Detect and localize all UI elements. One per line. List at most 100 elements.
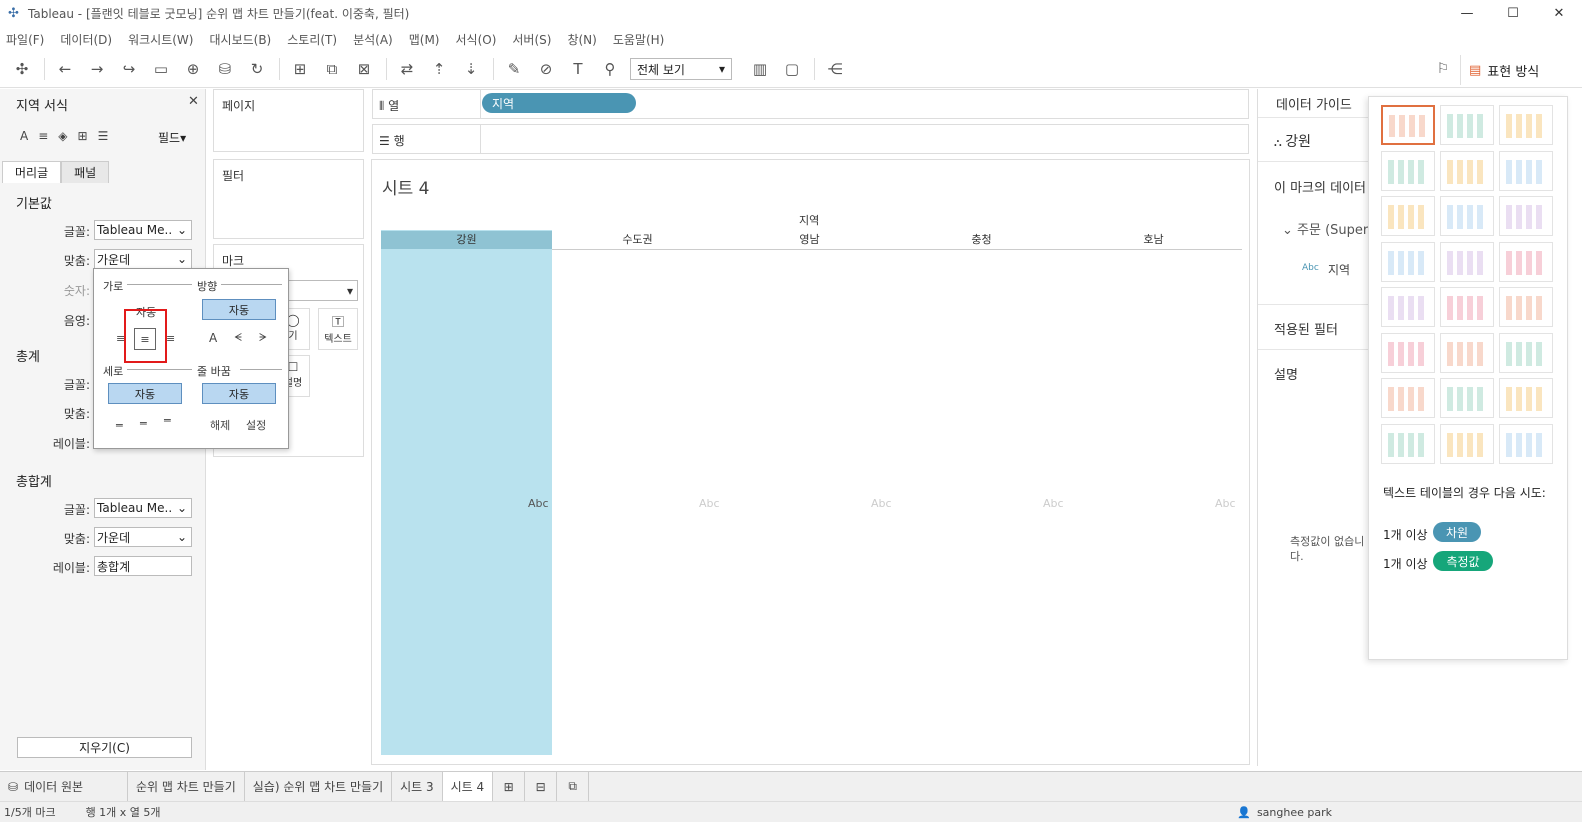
- grand-font-select[interactable]: Tableau Me.. ⌄: [94, 498, 192, 518]
- tooltip-icon[interactable]: ⚐: [1432, 58, 1454, 80]
- sort-descending-icon[interactable]: ⇣: [459, 57, 483, 81]
- menu-help[interactable]: 도움말(H): [613, 31, 665, 48]
- align-middle-icon[interactable]: ═: [140, 417, 147, 430]
- undo-icon[interactable]: ←: [53, 57, 77, 81]
- chart-type-thumbnail[interactable]: [1499, 105, 1553, 145]
- tab-pane[interactable]: 패널: [61, 161, 110, 183]
- new-dashboard-icon[interactable]: ⊟: [525, 772, 558, 801]
- menu-window[interactable]: 창(N): [567, 31, 596, 48]
- chart-type-thumbnail[interactable]: [1381, 332, 1435, 373]
- show-cards-icon[interactable]: ▥: [748, 57, 772, 81]
- align-right-icon[interactable]: ≡: [166, 332, 175, 345]
- redo-icon[interactable]: →: [85, 57, 109, 81]
- menu-file[interactable]: 파일(F): [6, 31, 44, 48]
- close-button[interactable]: ✕: [1536, 0, 1582, 27]
- wrap-off-option[interactable]: 해제: [210, 417, 230, 433]
- field-dropdown[interactable]: 필드▾: [158, 129, 186, 146]
- chart-type-thumbnail[interactable]: [1381, 423, 1435, 464]
- font-select[interactable]: Tableau Me.. ⌄: [94, 220, 192, 240]
- order-datasource-row[interactable]: ⌄ 주문 (Superstore): [1282, 219, 1369, 238]
- wrap-auto-button[interactable]: 자동: [202, 383, 276, 404]
- duplicate-sheet-icon[interactable]: ⧉: [320, 57, 344, 81]
- chart-type-thumbnail[interactable]: [1440, 423, 1494, 464]
- pages-card[interactable]: 페이지: [213, 89, 364, 152]
- wrap-on-option[interactable]: 설정: [246, 417, 266, 433]
- chart-type-thumbnail[interactable]: [1440, 332, 1494, 373]
- clear-button[interactable]: 지우기(C): [17, 737, 192, 758]
- tab-practice-rank-map[interactable]: 실습) 순위 맵 차트 만들기: [245, 772, 393, 801]
- cell-text-honam[interactable]: Abc: [1215, 497, 1236, 510]
- chart-type-thumbnail[interactable]: [1440, 287, 1494, 327]
- menu-format[interactable]: 서식(O): [456, 31, 497, 48]
- chart-type-thumbnail[interactable]: [1381, 150, 1435, 191]
- text-horizontal-icon[interactable]: A: [209, 331, 217, 345]
- pin-icon[interactable]: ⚲: [598, 57, 622, 81]
- text-mark-button[interactable]: 🅃 텍스트: [318, 308, 358, 350]
- region-field[interactable]: 지역: [1328, 261, 1350, 278]
- highlight-icon[interactable]: ✎: [502, 57, 526, 81]
- grand-label-input[interactable]: 총합계: [94, 556, 192, 576]
- chart-type-thumbnail[interactable]: [1499, 378, 1553, 418]
- showme-tab[interactable]: ▤ 표현 방식: [1460, 55, 1568, 85]
- filters-card[interactable]: 필터: [213, 159, 364, 239]
- menu-server[interactable]: 서버(S): [512, 31, 551, 48]
- menu-data[interactable]: 데이터(D): [60, 31, 112, 48]
- menu-analysis[interactable]: 분석(A): [353, 31, 393, 48]
- clear-sheet-icon[interactable]: ⊠: [352, 57, 376, 81]
- text-rotate-down-icon[interactable]: ᗒ: [259, 331, 267, 345]
- new-worksheet-icon[interactable]: ⊞: [288, 57, 312, 81]
- chart-type-thumbnail[interactable]: [1381, 196, 1435, 236]
- presentation-mode-icon[interactable]: ▢: [780, 57, 804, 81]
- tab-data-source[interactable]: ⛁ 데이터 원본: [0, 772, 128, 801]
- cell-text-sudogwon[interactable]: Abc: [699, 497, 720, 510]
- new-worksheet-icon[interactable]: ⊞: [493, 772, 526, 801]
- chart-type-thumbnail[interactable]: [1381, 105, 1435, 145]
- grand-alignment-select[interactable]: 가운데 ⌄: [94, 527, 192, 547]
- column-header-chungcheong[interactable]: 충청: [896, 231, 1067, 249]
- menu-map[interactable]: 맵(M): [409, 31, 440, 48]
- chart-type-thumbnail[interactable]: [1381, 287, 1435, 327]
- maximize-button[interactable]: ☐: [1490, 0, 1536, 27]
- minimize-button[interactable]: —: [1444, 0, 1490, 27]
- column-header-gangwon[interactable]: 강원: [381, 231, 552, 249]
- chart-type-thumbnail[interactable]: [1440, 105, 1494, 145]
- swap-icon[interactable]: ⇄: [395, 57, 419, 81]
- chart-type-thumbnail[interactable]: [1440, 241, 1494, 282]
- group-icon[interactable]: ⊘: [534, 57, 558, 81]
- chart-type-thumbnail[interactable]: [1440, 196, 1494, 236]
- chart-type-thumbnail[interactable]: [1499, 150, 1553, 191]
- alignment-format-icon[interactable]: ≡: [38, 129, 48, 143]
- close-icon[interactable]: ✕: [188, 94, 199, 109]
- menu-story[interactable]: 스토리(T): [287, 31, 337, 48]
- tab-rank-map[interactable]: 순위 맵 차트 만들기: [128, 772, 245, 801]
- share-icon[interactable]: ⋲: [823, 57, 847, 81]
- column-header-sudogwon[interactable]: 수도권: [552, 231, 723, 249]
- column-pill-region[interactable]: 지역: [482, 93, 636, 113]
- new-datasource-icon[interactable]: ⊕: [181, 57, 205, 81]
- font-format-icon[interactable]: A: [20, 129, 28, 143]
- labels-icon[interactable]: T: [566, 57, 590, 81]
- chart-type-thumbnail[interactable]: [1499, 241, 1553, 282]
- sheet-title[interactable]: 시트 4: [382, 174, 430, 199]
- text-rotate-up-icon[interactable]: ᗕ: [234, 331, 242, 345]
- cell-text-chungcheong[interactable]: Abc: [1043, 497, 1064, 510]
- chart-type-thumbnail[interactable]: [1499, 332, 1553, 373]
- tab-header[interactable]: 머리글: [2, 161, 62, 183]
- rows-shelf[interactable]: ☰ 행: [372, 124, 1249, 154]
- chart-type-thumbnail[interactable]: [1381, 241, 1435, 282]
- shading-format-icon[interactable]: ◈: [58, 129, 67, 143]
- borders-format-icon[interactable]: ⊞: [78, 129, 88, 143]
- cell-text-yeongnam[interactable]: Abc: [871, 497, 892, 510]
- new-story-icon[interactable]: ⧉: [557, 772, 590, 801]
- chart-type-thumbnail[interactable]: [1440, 150, 1494, 191]
- chart-type-thumbnail[interactable]: [1499, 196, 1553, 236]
- user-name[interactable]: sanghee park: [1257, 806, 1332, 819]
- menu-worksheet[interactable]: 워크시트(W): [128, 31, 193, 48]
- chart-type-thumbnail[interactable]: [1440, 378, 1494, 418]
- chart-type-thumbnail[interactable]: [1381, 378, 1435, 418]
- column-header-honam[interactable]: 호남: [1068, 231, 1239, 249]
- refresh-icon[interactable]: ↻: [245, 57, 269, 81]
- save-icon[interactable]: ▭: [149, 57, 173, 81]
- column-header-field-label[interactable]: 지역: [799, 212, 819, 228]
- column-header-yeongnam[interactable]: 영남: [724, 231, 895, 249]
